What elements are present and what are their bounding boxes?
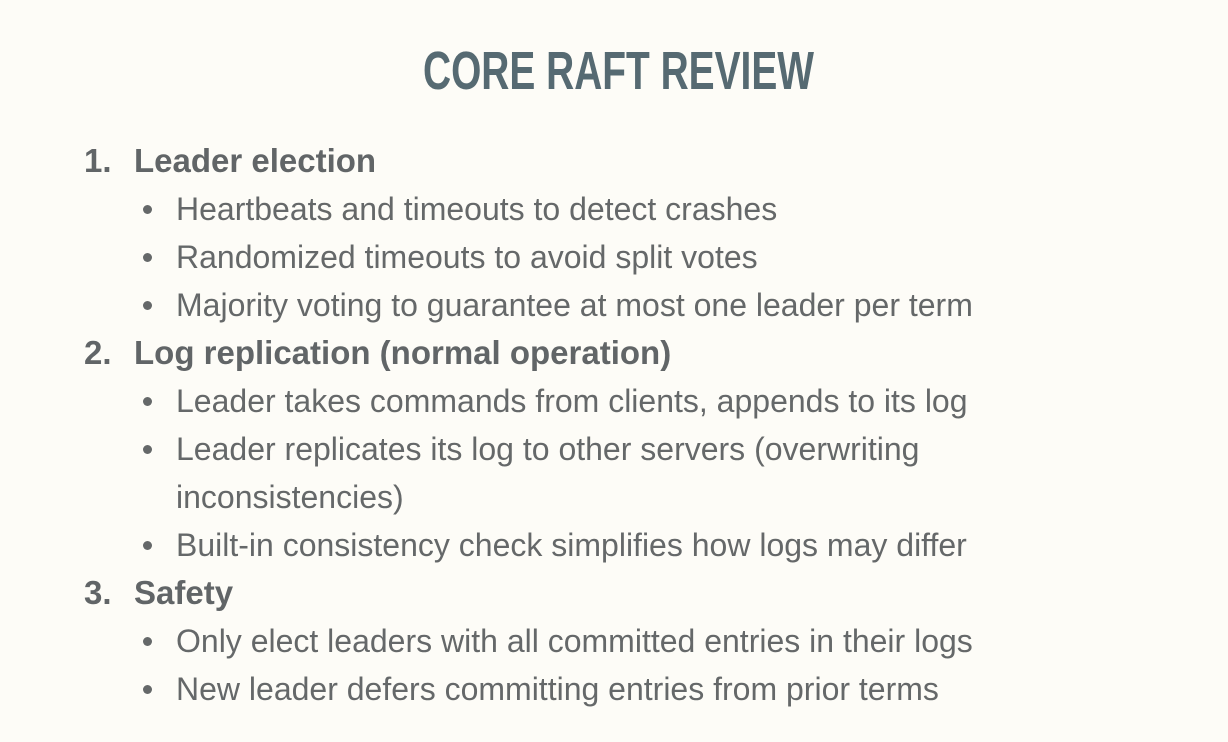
bullet-text: Leader replicates its log to other serve… (176, 431, 920, 515)
bullet-dot-icon (143, 637, 152, 646)
bullet-item: Leader takes commands from clients, appe… (84, 377, 1194, 425)
section-number: 2. (84, 334, 112, 371)
bullet-text: Only elect leaders with all committed en… (176, 623, 973, 659)
bullet-text: Leader takes commands from clients, appe… (176, 383, 968, 419)
bullet-item: Only elect leaders with all committed en… (84, 617, 1194, 665)
bullet-dot-icon (143, 397, 152, 406)
bullet-dot-icon (143, 541, 152, 550)
bullet-text: Heartbeats and timeouts to detect crashe… (176, 191, 778, 227)
section-heading: 3. Safety (84, 569, 1194, 617)
slide-title: CORE RAFT REVIEW (422, 41, 814, 101)
bullet-list: Leader takes commands from clients, appe… (84, 377, 1194, 569)
section-heading: 2. Log replication (normal operation) (84, 329, 1194, 377)
bullet-item: Heartbeats and timeouts to detect crashe… (84, 185, 1194, 233)
bullet-list: Only elect leaders with all committed en… (84, 617, 1194, 713)
bullet-dot-icon (143, 301, 152, 310)
bullet-dot-icon (143, 205, 152, 214)
section-label: Leader election (134, 142, 377, 179)
section-heading: 1. Leader election (84, 137, 1194, 185)
bullet-text: New leader defers committing entries fro… (176, 671, 939, 707)
outline-section: 2. Log replication (normal operation) Le… (84, 329, 1194, 569)
bullet-item: Randomized timeouts to avoid split votes (84, 233, 1194, 281)
section-label: Log replication (normal operation) (134, 334, 672, 371)
bullet-text: Built-in consistency check simplifies ho… (176, 527, 967, 563)
bullet-item: Leader replicates its log to other serve… (84, 425, 1076, 521)
bullet-item: Majority voting to guarantee at most one… (84, 281, 1194, 329)
outline-section: 1. Leader election Heartbeats and timeou… (84, 137, 1194, 329)
bullet-dot-icon (143, 685, 152, 694)
bullet-dot-icon (143, 445, 152, 454)
outline-section: 3. Safety Only elect leaders with all co… (84, 569, 1194, 713)
slide: CORE RAFT REVIEW 1. Leader election Hear… (0, 0, 1228, 742)
bullet-text: Randomized timeouts to avoid split votes (176, 239, 758, 275)
bullet-item: New leader defers committing entries fro… (84, 665, 1194, 713)
bullet-list: Heartbeats and timeouts to detect crashe… (84, 185, 1194, 329)
section-number: 1. (84, 142, 112, 179)
outline-list: 1. Leader election Heartbeats and timeou… (84, 137, 1194, 713)
bullet-text: Majority voting to guarantee at most one… (176, 287, 973, 323)
bullet-dot-icon (143, 253, 152, 262)
section-label: Safety (134, 574, 234, 611)
bullet-item: Built-in consistency check simplifies ho… (84, 521, 1194, 569)
section-number: 3. (84, 574, 112, 611)
